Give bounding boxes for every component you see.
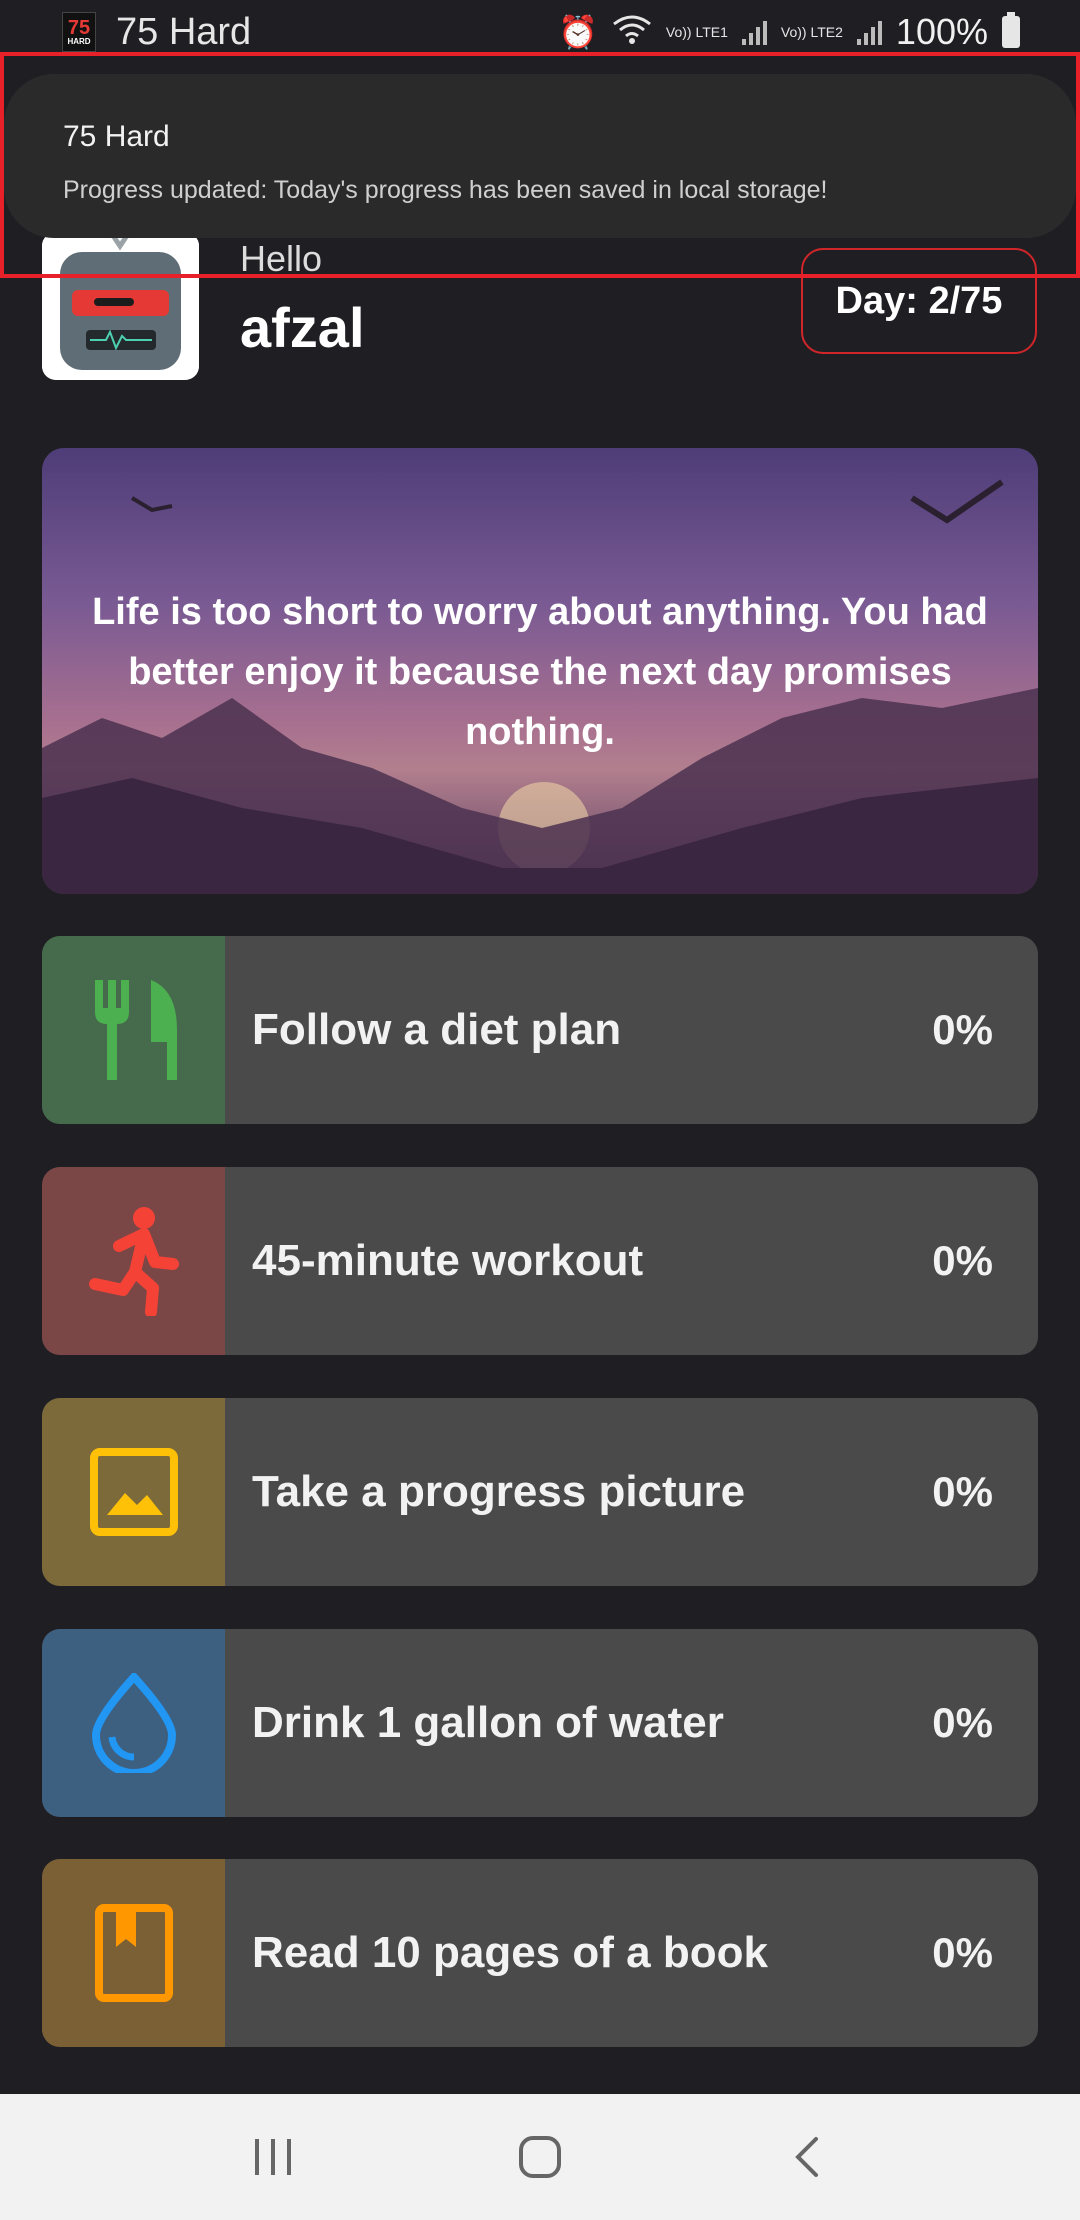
app-icon: 75 HARD (62, 12, 96, 52)
app-icon-text: 75 (67, 17, 91, 39)
water-drop-icon (91, 1673, 176, 1773)
wifi-icon (612, 14, 652, 51)
running-icon (88, 1207, 179, 1316)
task-icon-box (42, 936, 225, 1124)
home-button[interactable] (500, 2117, 580, 2197)
home-icon (518, 2136, 561, 2178)
network-lte2: Vo)) LTE2 (780, 24, 843, 40)
task-card-reading[interactable]: Read 10 pages of a book 0% (42, 1859, 1038, 2047)
recent-apps-icon (255, 2139, 292, 2175)
system-navigation-bar (0, 2094, 1080, 2220)
status-app-title: 75 Hard (116, 10, 252, 53)
task-label: Drink 1 gallon of water (252, 1698, 724, 1747)
back-button[interactable] (767, 2117, 847, 2197)
image-icon (89, 1448, 178, 1536)
task-label: Take a progress picture (252, 1467, 746, 1516)
task-card-diet[interactable]: Follow a diet plan 0% (42, 936, 1038, 1124)
task-label: Read 10 pages of a book (252, 1928, 768, 1977)
signal-bars-2-icon (856, 19, 882, 45)
task-card-progress-picture[interactable]: Take a progress picture 0% (42, 1398, 1038, 1586)
task-percent: 0% (932, 1699, 993, 1746)
task-label: 45-minute workout (252, 1236, 644, 1285)
battery-icon (1002, 12, 1020, 48)
task-icon-box (42, 1398, 225, 1586)
fork-knife-icon (94, 980, 177, 1080)
status-indicators: ⏰ Vo)) LTE1 Vo)) LTE2 100% (558, 11, 1020, 53)
task-card-workout[interactable]: 45-minute workout 0% (42, 1167, 1038, 1355)
task-percent: 0% (932, 1929, 993, 1976)
quote-card: Life is too short to worry about anythin… (42, 448, 1038, 894)
app-icon-subtext: HARD (67, 37, 91, 46)
book-icon (94, 1904, 173, 2002)
task-percent: 0% (932, 1006, 993, 1053)
recent-apps-button[interactable] (233, 2117, 313, 2197)
task-icon-box (42, 1167, 225, 1355)
network-lte1: Vo)) LTE1 (665, 24, 728, 40)
back-icon (794, 2137, 818, 2177)
task-card-water[interactable]: Drink 1 gallon of water 0% (42, 1629, 1038, 1817)
quote-text: Life is too short to worry about anythin… (92, 591, 988, 753)
username: afzal (240, 296, 365, 359)
task-label: Follow a diet plan (252, 1005, 622, 1054)
battery-percentage: 100% (895, 11, 988, 52)
task-percent: 0% (932, 1468, 993, 1515)
task-percent: 0% (932, 1237, 993, 1284)
task-icon-box (42, 1629, 225, 1817)
alarm-icon: ⏰ (558, 14, 598, 50)
signal-bars-1-icon (741, 19, 767, 45)
task-icon-box (42, 1859, 225, 2047)
toast-highlight-frame (0, 52, 1080, 278)
